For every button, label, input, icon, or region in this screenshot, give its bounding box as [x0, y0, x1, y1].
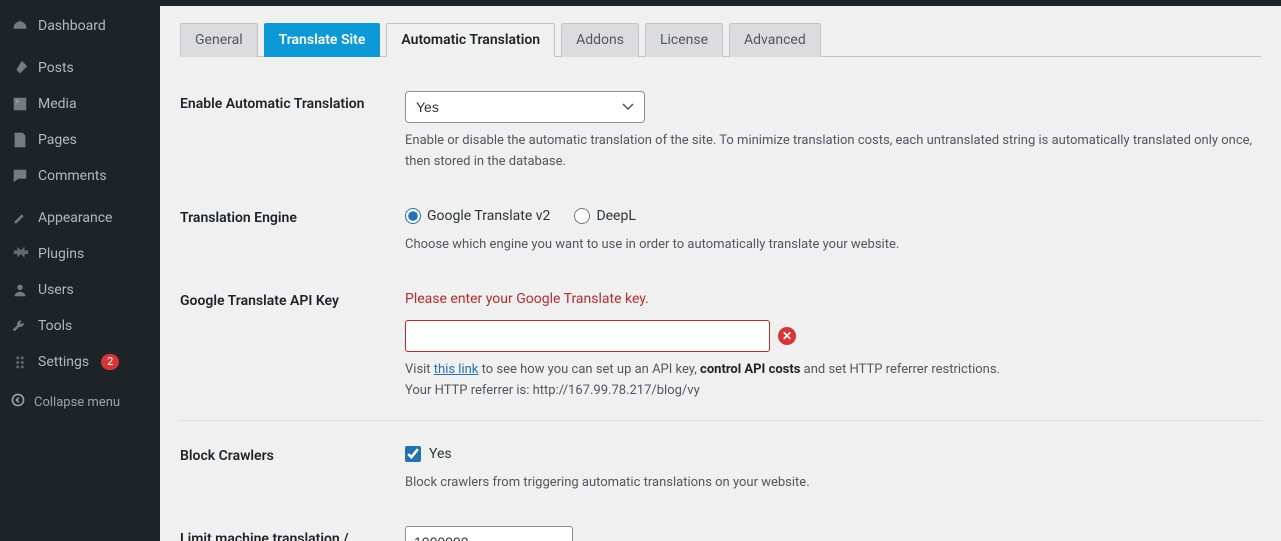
tab-license[interactable]: License [645, 23, 723, 57]
plugin-icon [10, 244, 30, 264]
sidebar-item-users[interactable]: Users [0, 272, 160, 308]
api-key-error: Please enter your Google Translate key. [405, 288, 1261, 310]
wrench-icon [10, 316, 30, 336]
label-block-crawlers: Block Crawlers [180, 443, 405, 467]
label-limit: Limit machine translation / characters p… [180, 526, 405, 541]
collapse-icon [10, 392, 26, 412]
sidebar-item-posts[interactable]: Posts [0, 50, 160, 86]
collapse-label: Collapse menu [34, 395, 120, 410]
desc-block-crawlers: Block crawlers from triggering automatic… [405, 473, 1261, 494]
sidebar-label: Appearance [38, 210, 112, 226]
sidebar-item-media[interactable]: Media [0, 86, 160, 122]
tab-advanced[interactable]: Advanced [729, 23, 821, 57]
brush-icon [10, 208, 30, 228]
update-badge: 2 [101, 354, 119, 370]
radio-google-translate[interactable]: Google Translate v2 [405, 205, 550, 227]
admin-sidebar: Dashboard Posts Media Pages Comments App… [0, 0, 160, 541]
sidebar-item-comments[interactable]: Comments [0, 158, 160, 194]
tab-general[interactable]: General [180, 23, 258, 57]
sidebar-label: Users [38, 282, 74, 298]
tab-addons[interactable]: Addons [561, 23, 639, 57]
referrer-text: Your HTTP referrer is: http://167.99.78.… [405, 383, 700, 398]
comment-icon [10, 166, 30, 186]
sidebar-item-pages[interactable]: Pages [0, 122, 160, 158]
users-icon [10, 280, 30, 300]
radio-google-label: Google Translate v2 [427, 205, 550, 227]
api-key-link[interactable]: this link [434, 362, 479, 377]
desc-api-key: Visit this link to see how you can set u… [405, 360, 1261, 402]
pin-icon [10, 58, 30, 78]
radio-deepl-input[interactable] [574, 208, 590, 224]
media-icon [10, 94, 30, 114]
radio-deepl-label: DeepL [596, 205, 635, 227]
sidebar-label: Pages [38, 132, 77, 148]
label-api-key: Google Translate API Key [180, 288, 405, 312]
radio-deepl[interactable]: DeepL [574, 205, 635, 227]
input-char-limit[interactable] [405, 526, 573, 541]
desc-enable: Enable or disable the automatic translat… [405, 131, 1261, 173]
row-limit: Limit machine translation / characters p… [180, 512, 1261, 541]
check-block-crawlers[interactable]: Yes [405, 443, 1261, 465]
row-enable-auto-translation: Enable Automatic Translation Yes Enable … [180, 77, 1261, 191]
checkbox-block-crawlers[interactable] [405, 446, 421, 462]
sidebar-label: Media [38, 96, 77, 112]
page-icon [10, 130, 30, 150]
settings-icon [10, 352, 30, 372]
tab-translate-site[interactable]: Translate Site [264, 23, 381, 57]
label-engine: Translation Engine [180, 205, 405, 229]
sidebar-label: Posts [38, 60, 74, 76]
sidebar-item-appearance[interactable]: Appearance [0, 200, 160, 236]
main-content: General Translate Site Automatic Transla… [160, 0, 1281, 541]
radio-google-input[interactable] [405, 208, 421, 224]
tab-automatic-translation[interactable]: Automatic Translation [386, 23, 555, 57]
row-api-key: Google Translate API Key Please enter yo… [180, 274, 1261, 420]
collapse-menu[interactable]: Collapse menu [0, 384, 160, 420]
sidebar-item-plugins[interactable]: Plugins [0, 236, 160, 272]
sidebar-item-tools[interactable]: Tools [0, 308, 160, 344]
sidebar-label: Tools [38, 318, 72, 334]
sidebar-label: Comments [38, 168, 107, 184]
desc-engine: Choose which engine you want to use in o… [405, 235, 1261, 256]
row-translation-engine: Translation Engine Google Translate v2 D… [180, 191, 1261, 274]
sidebar-label: Dashboard [38, 18, 106, 34]
check-block-label: Yes [429, 443, 452, 465]
input-api-key[interactable] [405, 320, 770, 352]
select-enable-auto-translation[interactable]: Yes [405, 91, 645, 123]
sidebar-item-dashboard[interactable]: Dashboard [0, 8, 160, 44]
error-icon: ✕ [778, 327, 796, 345]
settings-tabs: General Translate Site Automatic Transla… [180, 22, 1261, 57]
row-block-crawlers: Block Crawlers Yes Block crawlers from t… [180, 420, 1261, 512]
sidebar-label: Settings [38, 354, 89, 370]
label-enable: Enable Automatic Translation [180, 91, 405, 115]
sidebar-label: Plugins [38, 246, 84, 262]
sidebar-item-settings[interactable]: Settings 2 [0, 344, 160, 380]
dashboard-icon [10, 16, 30, 36]
